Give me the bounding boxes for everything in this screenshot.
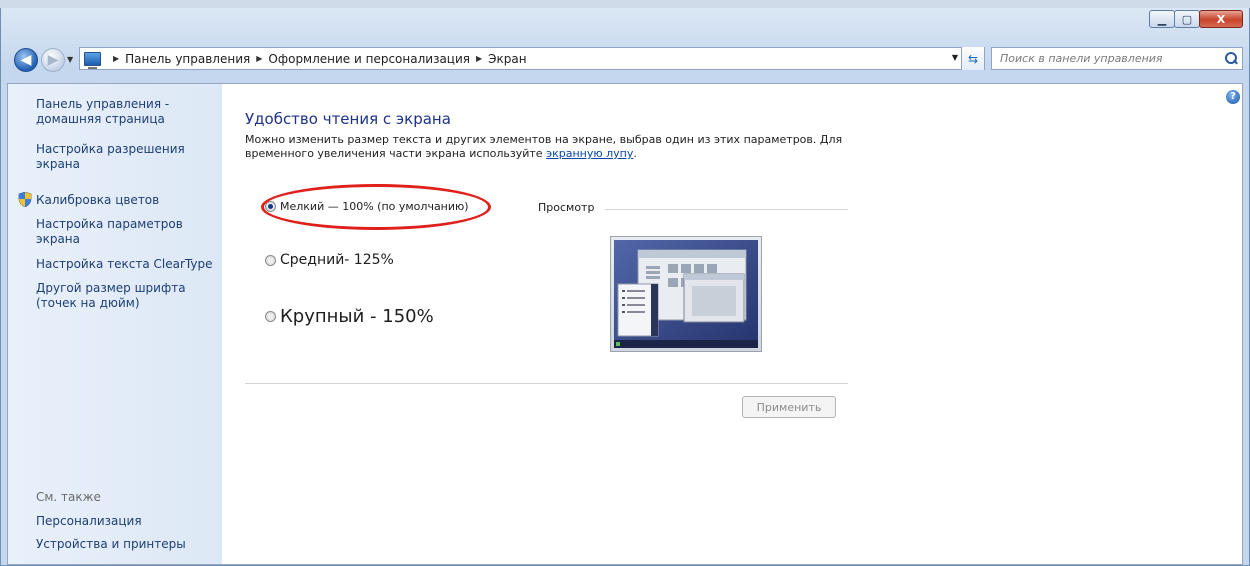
option-large[interactable]: Крупный - 150% xyxy=(265,306,434,327)
preview-divider xyxy=(605,209,848,210)
back-button[interactable]: ◀ xyxy=(14,48,38,72)
sidebar-link-cleartype[interactable]: Настройка текста ClearType xyxy=(36,257,216,272)
option-large-label[interactable]: Крупный - 150% xyxy=(280,306,434,327)
address-history-dropdown-icon[interactable]: ▼ xyxy=(952,53,958,62)
option-medium[interactable]: Средний- 125% xyxy=(265,252,394,268)
sidebar-link-color-calibration[interactable]: Калибровка цветов xyxy=(36,193,216,208)
description-end: . xyxy=(633,147,637,160)
sidebar: Панель управления - домашняя страница На… xyxy=(8,84,222,564)
breadcrumb-item[interactable]: Оформление и персонализация xyxy=(268,52,470,66)
refresh-icon: ⇆ xyxy=(967,51,979,66)
sidebar-link-personalization[interactable]: Персонализация xyxy=(36,514,216,529)
option-medium-label[interactable]: Средний- 125% xyxy=(280,252,394,268)
control-panel-icon xyxy=(84,51,101,69)
content-area: Панель управления - домашняя страница На… xyxy=(7,83,1243,565)
search-input[interactable] xyxy=(998,51,1222,66)
main-divider xyxy=(245,383,848,384)
forward-button[interactable]: ▶ xyxy=(41,48,65,72)
search-box[interactable] xyxy=(991,47,1243,70)
sidebar-link-devices-printers[interactable]: Устройства и принтеры xyxy=(36,537,216,552)
radio-large[interactable] xyxy=(265,311,276,322)
navigation-bar: ◀ ▶ ▼ ▶ Панель управления ▶ Оформление и… xyxy=(1,45,1249,75)
control-panel-window: ▁ ▢ X ◀ ▶ ▼ ▶ Панель управления ▶ Оформл… xyxy=(0,8,1250,566)
sidebar-link-resolution[interactable]: Настройка разрешения экрана xyxy=(36,142,216,172)
radio-small[interactable] xyxy=(265,201,276,212)
uac-shield-icon xyxy=(18,192,32,207)
help-icon[interactable]: ? xyxy=(1226,90,1240,104)
recent-pages-dropdown-icon[interactable]: ▼ xyxy=(67,55,73,64)
address-bar[interactable]: ▶ Панель управления ▶ Оформление и персо… xyxy=(79,47,985,70)
option-small[interactable]: Мелкий — 100% (по умолчанию) xyxy=(265,200,469,213)
breadcrumb-separator-icon[interactable]: ▶ xyxy=(113,54,119,63)
minimize-button[interactable]: ▁ xyxy=(1149,10,1175,28)
maximize-icon: ▢ xyxy=(1181,12,1193,26)
breadcrumb-separator-icon[interactable]: ▶ xyxy=(256,54,262,63)
sidebar-link-display-settings[interactable]: Настройка параметров экрана xyxy=(36,217,216,247)
magnifier-link[interactable]: экранную лупу xyxy=(546,147,633,160)
apply-button[interactable]: Применить xyxy=(742,396,836,418)
close-button[interactable]: X xyxy=(1199,10,1243,28)
refresh-button[interactable]: ⇆ xyxy=(961,47,984,70)
option-small-label[interactable]: Мелкий — 100% (по умолчанию) xyxy=(280,200,469,213)
sidebar-link-home[interactable]: Панель управления - домашняя страница xyxy=(36,97,216,127)
forward-arrow-icon: ▶ xyxy=(47,52,59,68)
close-icon: X xyxy=(1216,12,1226,26)
back-arrow-icon: ◀ xyxy=(20,52,32,68)
breadcrumb-item[interactable]: Экран xyxy=(488,52,526,66)
breadcrumb-separator-icon[interactable]: ▶ xyxy=(476,54,482,63)
breadcrumb-item[interactable]: Панель управления xyxy=(125,52,250,66)
see-also-heading: См. также xyxy=(36,490,101,504)
sidebar-link-custom-dpi[interactable]: Другой размер шрифта (точек на дюйм) xyxy=(36,281,216,311)
maximize-button[interactable]: ▢ xyxy=(1174,10,1200,28)
description-text: Можно изменить размер текста и других эл… xyxy=(245,133,843,160)
window-caption-buttons: ▁ ▢ X xyxy=(1149,10,1243,28)
minimize-icon: ▁ xyxy=(1157,12,1167,26)
preview-label: Просмотр xyxy=(538,201,595,214)
preview-desktop-icon xyxy=(614,240,758,348)
search-icon[interactable] xyxy=(1224,52,1238,66)
radio-medium[interactable] xyxy=(265,254,276,266)
page-description: Можно изменить размер текста и других эл… xyxy=(245,133,855,161)
main-panel: Удобство чтения с экрана Можно изменить … xyxy=(245,84,1105,564)
page-title: Удобство чтения с экрана xyxy=(245,110,451,128)
preview-image xyxy=(610,236,762,352)
